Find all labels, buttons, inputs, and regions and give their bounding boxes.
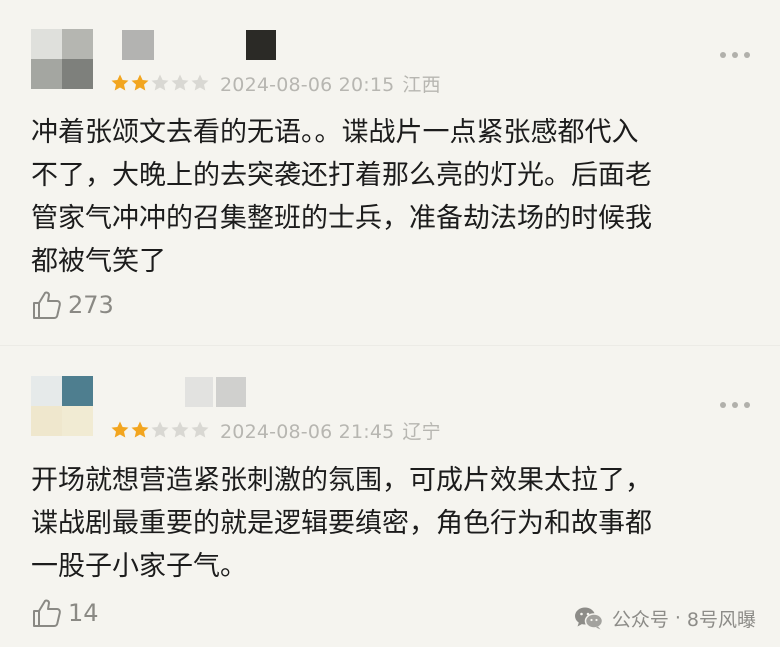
review-text: 冲着张颂文去看的无语。。谍战片一点紧张感都代入 不了，大晚上的去突袭还打着那么亮… xyxy=(31,111,751,283)
like-button[interactable]: 273 xyxy=(31,288,114,322)
star-rating xyxy=(110,420,210,440)
watermark-account: 8号风曝 xyxy=(686,608,756,631)
review-text-line: 一股子小家子气。 xyxy=(31,551,247,582)
review-text-line: 开场就想营造紧张刺激的氛围，可成片效果太拉了， xyxy=(31,465,652,496)
star-rating xyxy=(110,73,210,93)
star-empty-icon xyxy=(170,420,190,440)
like-count: 14 xyxy=(68,599,99,627)
review-text-line: 管家气冲冲的召集整班的士兵，准备劫法场的时候我 xyxy=(31,203,652,234)
username-redacted[interactable] xyxy=(185,377,213,407)
review-date: 2024-08-06 20:15 xyxy=(220,73,395,96)
review-text: 开场就想营造紧张刺激的氛围，可成片效果太拉了， 谍战剧最重要的就是逻辑要缜密，角… xyxy=(31,459,751,588)
star-empty-icon xyxy=(150,420,170,440)
review-text-line: 都被气笑了 xyxy=(31,246,166,277)
thumbs-up-icon xyxy=(33,599,61,627)
star-filled-icon xyxy=(110,420,130,440)
star-empty-icon xyxy=(170,73,190,93)
avatar-pixel xyxy=(31,406,62,436)
star-empty-icon xyxy=(150,73,170,93)
watermark-separator: · xyxy=(674,607,681,629)
more-dots-icon[interactable] xyxy=(720,50,750,60)
like-button[interactable]: 14 xyxy=(31,596,99,630)
review-text-line: 不了，大晚上的去突袭还打着那么亮的灯光。后面老 xyxy=(31,160,652,191)
watermark-platform: 公众号 xyxy=(611,608,669,631)
review-date: 2024-08-06 21:45 xyxy=(220,420,395,443)
thumbs-up-icon xyxy=(33,291,61,319)
username-redacted[interactable] xyxy=(216,377,246,407)
review-meta: 2024-08-06 20:15 江西 xyxy=(110,70,449,96)
like-count: 273 xyxy=(68,291,114,319)
review-item: 2024-08-06 21:45 辽宁 开场就想营造紧张刺激的氛围，可成片效果太拉… xyxy=(0,345,780,647)
review-page: 2024-08-06 20:15 江西 冲着张颂文去看的无语。。谍战片一点紧张感都… xyxy=(0,0,780,647)
avatar-pixel xyxy=(31,376,62,406)
username-redacted[interactable] xyxy=(246,30,276,60)
review-text-line: 谍战剧最重要的就是逻辑要缜密，角色行为和故事都 xyxy=(31,508,652,539)
star-filled-icon xyxy=(110,73,130,93)
username-redacted[interactable] xyxy=(122,30,154,60)
avatar-pixel xyxy=(62,59,93,89)
star-filled-icon xyxy=(130,73,150,93)
star-empty-icon xyxy=(190,420,210,440)
avatar-pixel xyxy=(31,59,62,89)
wechat-icon xyxy=(574,607,604,630)
review-item: 2024-08-06 20:15 江西 冲着张颂文去看的无语。。谍战片一点紧张感都… xyxy=(0,0,780,345)
review-location: 辽宁 xyxy=(402,420,441,443)
avatar-pixel xyxy=(62,29,93,59)
review-text-line: 冲着张颂文去看的无语。。谍战片一点紧张感都代入 xyxy=(31,117,639,148)
avatar[interactable] xyxy=(31,376,93,436)
star-filled-icon xyxy=(130,420,150,440)
review-location: 江西 xyxy=(402,73,441,96)
avatar-pixel xyxy=(62,406,93,436)
watermark: 公众号 · 8号风曝 xyxy=(574,603,756,633)
avatar[interactable] xyxy=(31,29,93,89)
review-meta: 2024-08-06 21:45 辽宁 xyxy=(110,417,449,443)
avatar-pixel xyxy=(31,29,62,59)
more-dots-icon[interactable] xyxy=(720,400,750,410)
avatar-pixel xyxy=(62,376,93,406)
star-empty-icon xyxy=(190,73,210,93)
